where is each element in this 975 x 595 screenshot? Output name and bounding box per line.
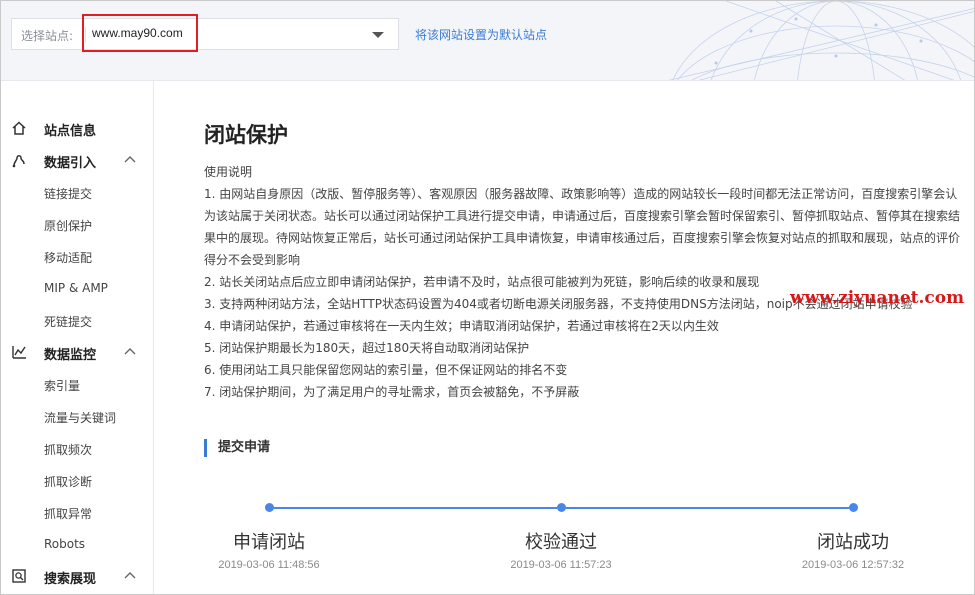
site-selector-label: 选择站点: (21, 29, 74, 43)
data-import-icon (12, 155, 25, 168)
sidebar-subitem-mip-amp[interactable]: MIP & AMP (44, 281, 108, 295)
sidebar-item-label: 搜索展现 (44, 572, 97, 587)
usage-instructions: 使用说明 1. 由网站自身原因（改版、暂停服务等）、客观原因（服务器故障、政策影… (204, 161, 969, 403)
step-time: 2019-03-06 12:57:32 (801, 559, 905, 571)
globe-decoration (668, 1, 974, 80)
sidebar: 站点信息 数据引入 链接提交 原创保护 移动适配 MIP & AMP 死链提交 … (1, 81, 154, 594)
sidebar-subitem-crawl-diagnosis[interactable]: 抓取诊断 (44, 473, 92, 490)
sidebar-subitem-index-volume[interactable]: 索引量 (44, 377, 80, 394)
highlight-box (82, 14, 198, 52)
rule-item: 7. 闭站保护期间，为了满足用户的寻址需求，首页会被豁免，不予屏蔽 (204, 385, 580, 399)
section-title: 提交申请 (204, 439, 270, 457)
step-label: 申请闭站 (233, 532, 305, 553)
usage-title: 使用说明 (204, 165, 253, 179)
page-title: 闭站保护 (204, 123, 288, 147)
sidebar-subitem-link-submit[interactable]: 链接提交 (44, 185, 92, 202)
rule-item: 6. 使用闭站工具只能保留您网站的索引量，但不保证网站的排名不变 (204, 363, 568, 377)
chart-icon (12, 346, 26, 359)
sidebar-subitem-crawl-errors[interactable]: 抓取异常 (44, 505, 92, 522)
step-time: 2019-03-06 11:57:23 (510, 559, 612, 571)
step-label: 校验通过 (525, 532, 597, 553)
step-time: 2019-03-06 11:48:56 (218, 559, 320, 571)
sidebar-subitem-mobile-adapt[interactable]: 移动适配 (44, 249, 92, 266)
step-dot (849, 503, 858, 512)
progress-line (274, 507, 557, 509)
chevron-up-icon[interactable] (123, 154, 137, 164)
sidebar-item-data-monitor[interactable]: 数据监控 (1, 338, 154, 366)
sidebar-subitem-traffic-keywords[interactable]: 流量与关键词 (44, 409, 116, 426)
step-dot (557, 503, 566, 512)
rule-item: 4. 申请闭站保护，若通过审核将在一天内生效；申请取消闭站保护，若通过审核将在2… (204, 319, 719, 333)
rule-item: 1. 由网站自身原因（改版、暂停服务等）、客观原因（服务器故障、政策影响等）造成… (204, 187, 961, 267)
home-icon (12, 121, 26, 135)
sidebar-subitem-robots[interactable]: Robots (44, 537, 85, 551)
step-label: 闭站成功 (817, 532, 889, 553)
sidebar-item-label: 数据引入 (44, 156, 97, 171)
sidebar-subitem-original-protect[interactable]: 原创保护 (44, 217, 92, 234)
progress-line (566, 507, 849, 509)
page: 选择站点: www.may90.com 将该网站设置为默认站点 站点信息 数据引… (0, 0, 975, 595)
search-display-icon (12, 569, 26, 583)
top-bar: 选择站点: www.may90.com 将该网站设置为默认站点 (1, 1, 974, 81)
chevron-up-icon[interactable] (123, 346, 137, 356)
caret-down-icon[interactable] (372, 32, 384, 38)
sidebar-item-search-display[interactable]: 搜索展现 (1, 562, 154, 590)
sidebar-item-label: 数据监控 (44, 348, 97, 363)
step-dot (265, 503, 274, 512)
set-default-site-link[interactable]: 将该网站设置为默认站点 (415, 26, 547, 43)
sidebar-item-data-import[interactable]: 数据引入 (1, 146, 154, 174)
sidebar-item-label: 站点信息 (44, 124, 97, 139)
sidebar-item-site-info[interactable]: 站点信息 (1, 114, 154, 142)
rule-item: 5. 闭站保护期最长为180天，超过180天将自动取消闭站保护 (204, 341, 530, 355)
chevron-up-icon[interactable] (123, 570, 137, 580)
site-selector[interactable]: 选择站点: www.may90.com (11, 18, 399, 50)
sidebar-subitem-deadlink-submit[interactable]: 死链提交 (44, 313, 92, 330)
watermark-text: www.ziyuanet.com (790, 288, 965, 308)
sidebar-subitem-crawl-frequency[interactable]: 抓取频次 (44, 441, 92, 458)
main-content: 闭站保护 使用说明 1. 由网站自身原因（改版、暂停服务等）、客观原因（服务器故… (154, 81, 974, 594)
